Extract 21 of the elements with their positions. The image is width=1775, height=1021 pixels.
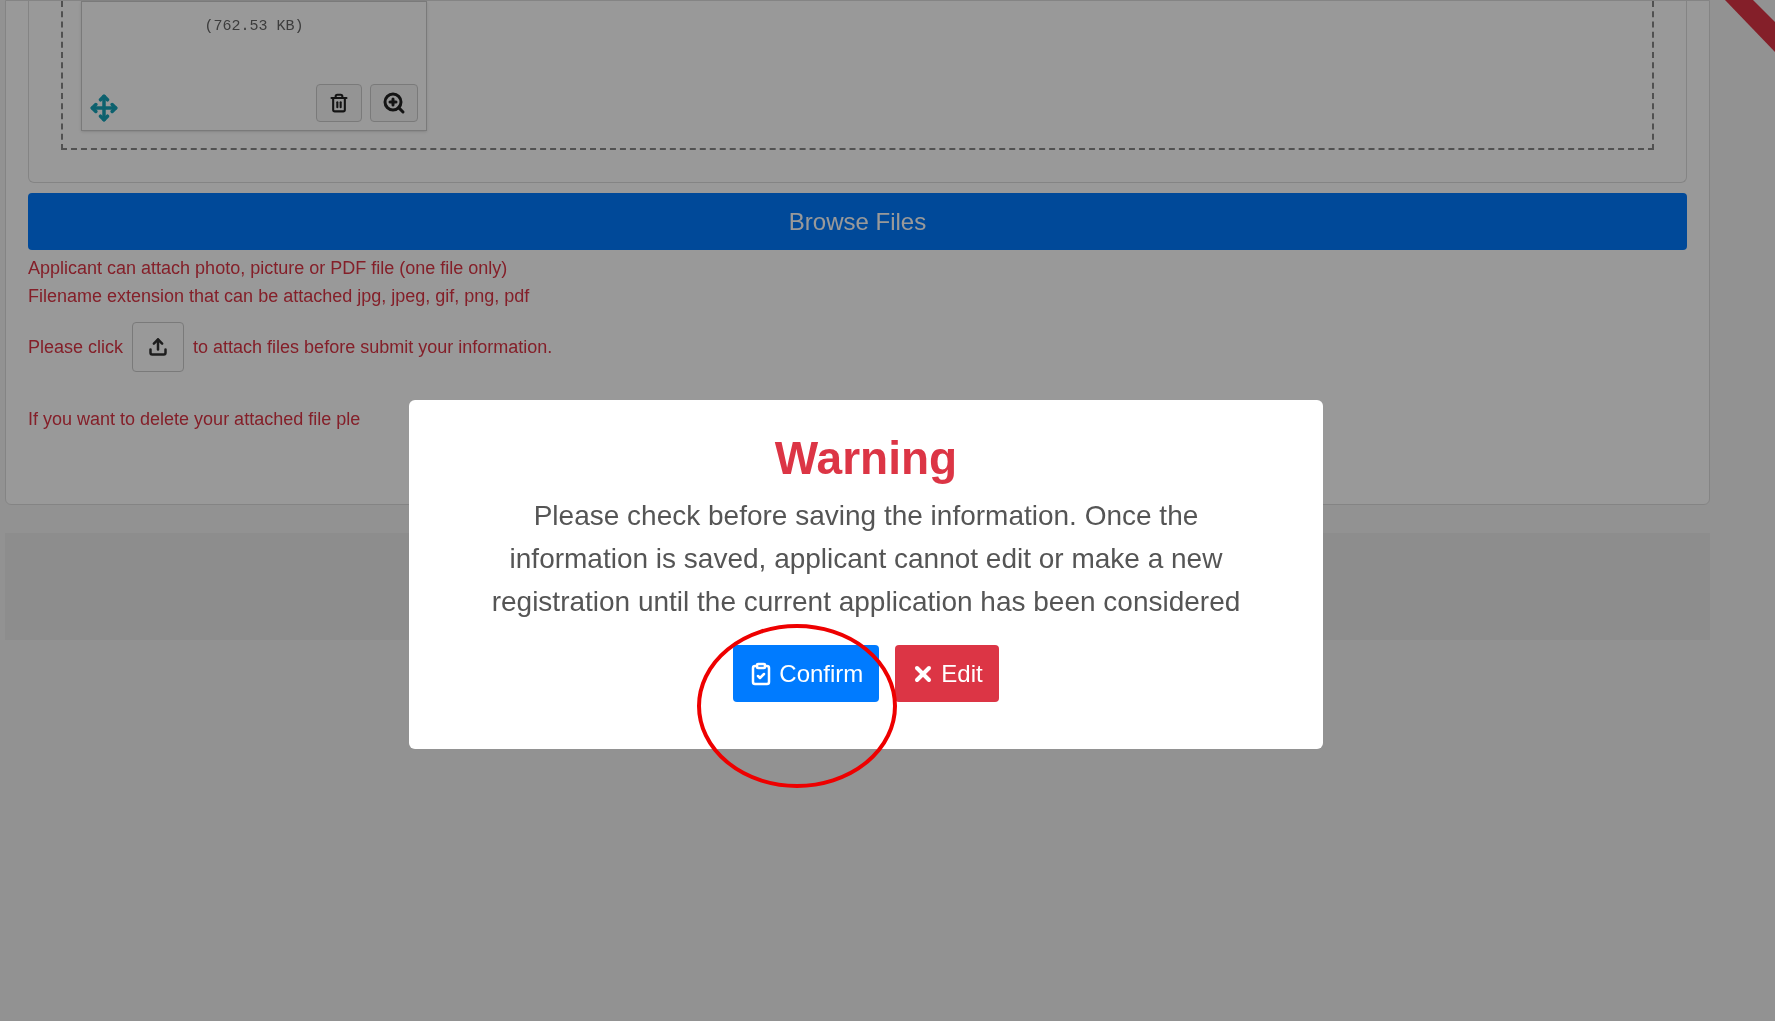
instruction-text: Please click (28, 335, 124, 359)
edit-button[interactable]: Edit (895, 645, 999, 702)
delete-button[interactable] (316, 84, 362, 122)
dialog-message-line: information is saved, applicant cannot edit or make a new (509, 542, 1223, 576)
confirm-button[interactable]: Confirm (733, 645, 880, 702)
note-text: Filename extension that can be attached jpg, jpeg, gif, png, pdf (28, 285, 531, 308)
upload-icon (148, 337, 169, 357)
move-icon[interactable] (90, 94, 118, 122)
instruction-text: to attach files before submit your information. (193, 335, 553, 359)
dialog-message-line: registration until the current application has been considered (491, 585, 1241, 619)
zoom-button[interactable] (370, 84, 418, 122)
file-size: (762.53 KB) (203, 17, 305, 37)
dialog-title: Warning (774, 431, 958, 486)
dialog-message-line: Please check before saving the information. Once the (533, 499, 1199, 533)
trash-icon (329, 93, 349, 113)
upload-button[interactable] (132, 322, 185, 372)
note-text: Applicant can attach photo, picture or PDF file (one file only) (28, 257, 509, 280)
zoom-in-icon (382, 91, 406, 115)
delete-note: If you want to delete your attached file ple (28, 408, 362, 431)
corner-ribbon (1725, 0, 1775, 52)
browse-files-button[interactable]: Browse Files (28, 193, 1687, 250)
